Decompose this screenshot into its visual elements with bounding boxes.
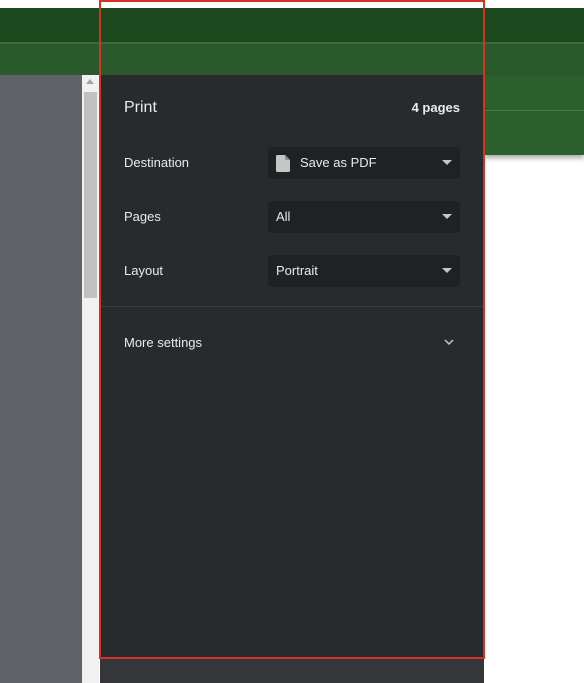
scroll-up-arrow-icon[interactable] — [86, 79, 94, 84]
pages-value: All — [276, 209, 291, 224]
scrollbar-thumb[interactable] — [84, 92, 97, 298]
print-title: Print — [124, 99, 157, 116]
dropdown-caret-icon — [442, 268, 452, 273]
dropdown-caret-icon — [442, 160, 452, 165]
sheet-count: 4 pages — [411, 100, 460, 115]
pages-select[interactable]: All — [268, 201, 460, 233]
panel-footer — [100, 658, 484, 683]
print-settings-panel: Print 4 pages Destination Save as PDF Pa… — [100, 75, 484, 683]
layout-label: Layout — [124, 263, 164, 278]
background-green-block — [484, 75, 584, 155]
section-divider — [100, 306, 484, 307]
destination-label: Destination — [124, 155, 190, 170]
background-toolbar-bar — [0, 42, 584, 75]
more-settings-label: More settings — [124, 335, 203, 350]
top-strip — [0, 0, 584, 8]
destination-select[interactable]: Save as PDF — [268, 147, 460, 179]
layout-value: Portrait — [276, 263, 318, 278]
pages-label: Pages — [124, 209, 161, 224]
background-divider-line — [484, 110, 584, 111]
print-preview-area — [0, 75, 82, 683]
more-settings-toggle[interactable]: More settings — [100, 327, 484, 359]
background-header-bar — [0, 8, 584, 42]
dropdown-caret-icon — [442, 214, 452, 219]
chevron-down-icon — [444, 339, 454, 346]
layout-select[interactable]: Portrait — [268, 255, 460, 287]
file-icon — [276, 155, 290, 172]
destination-value: Save as PDF — [300, 155, 377, 170]
